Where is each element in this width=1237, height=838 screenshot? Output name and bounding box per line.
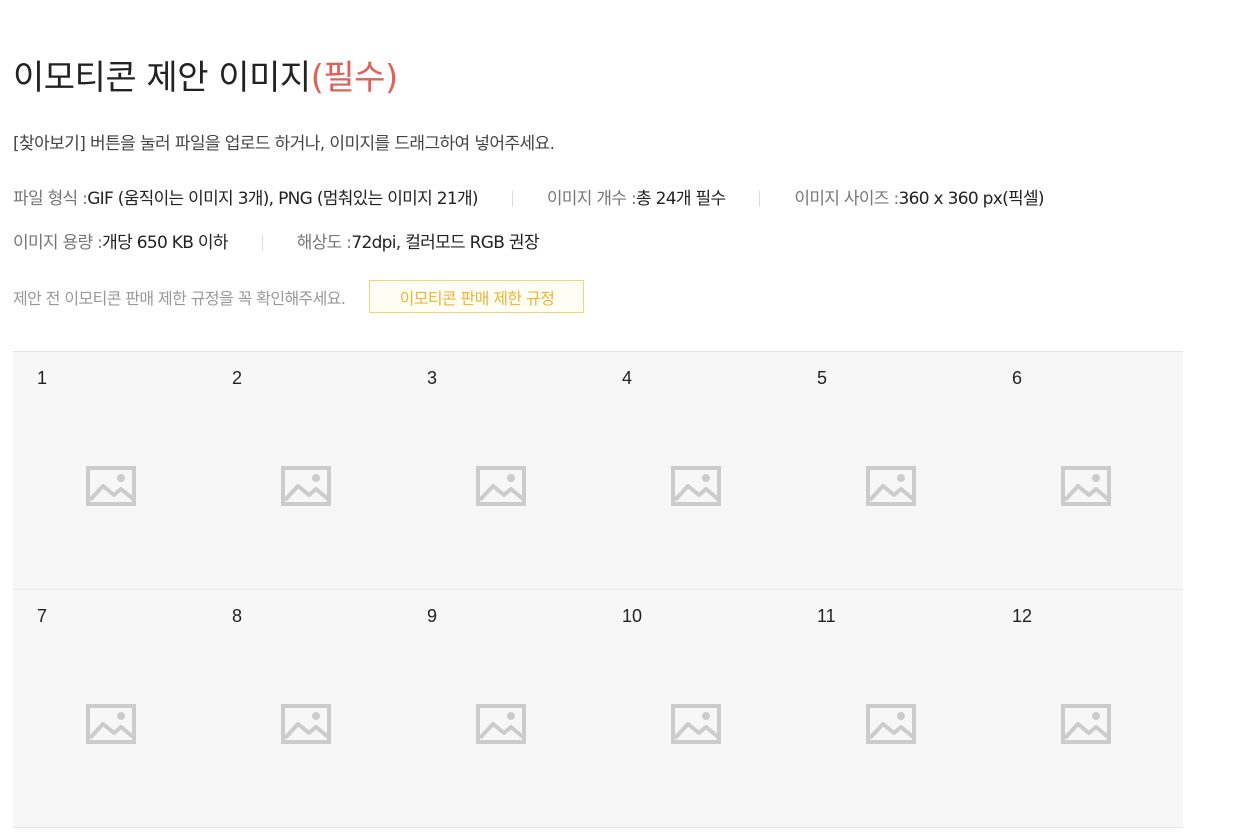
image-upload-slot[interactable]: 11 [793,590,988,827]
image-placeholder-icon [281,704,331,744]
image-placeholder-icon [476,704,526,744]
spec-value: 개당 650 KB 이하 [102,233,228,253]
slot-number: 7 [37,606,48,626]
slot-number: 9 [427,606,438,626]
divider [261,235,263,251]
image-upload-grid: 123456 7 8 9 10 11 12 [13,351,1183,828]
image-upload-slot[interactable]: 5 [793,352,988,589]
spec-file-weight: 이미지 용량 : 개당 650 KB 이하 [13,231,228,255]
spec-label: 이미지 사이즈 : [794,189,899,209]
image-placeholder-icon [671,466,721,506]
grid-row: 1 2 3 4 5 6 [13,352,1183,590]
image-upload-slot[interactable]: 3 [403,352,598,589]
slot-number: 1 [37,368,48,388]
image-upload-slot[interactable]: 7 [13,590,208,827]
spec-row-1: 파일 형식 : GIF (움직이는 이미지 3개), PNG (멈춰있는 이미지… [13,187,1045,211]
spec-file-format: 파일 형식 : GIF (움직이는 이미지 3개), PNG (멈춰있는 이미지… [13,187,479,211]
spec-value: GIF (움직이는 이미지 3개), PNG (멈춰있는 이미지 21개) [87,189,478,209]
spec-value: 72dpi, 컬러모드 RGB 권장 [351,233,539,253]
slot-number: 8 [232,606,243,626]
page-title: 이모티콘 제안 이미지(필수) [13,54,398,102]
image-placeholder-icon [671,704,721,744]
image-upload-slot[interactable]: 8 [208,590,403,827]
rules-notice: 제안 전 이모티콘 판매 제한 규정을 꼭 확인해주세요. 이모티콘 판매 제한… [13,280,585,313]
spec-label: 이미지 개수 : [546,189,637,209]
slot-number: 12 [1012,606,1033,626]
slot-number: 11 [817,606,836,626]
spec-row-2: 이미지 용량 : 개당 650 KB 이하 해상도 : 72dpi, 컬러모드 … [13,231,539,255]
spec-resolution: 해상도 : 72dpi, 컬러모드 RGB 권장 [296,231,540,255]
slot-number: 5 [817,368,828,388]
image-placeholder-icon [866,466,916,506]
image-placeholder-icon [86,466,136,506]
image-placeholder-icon [1061,466,1111,506]
slot-number: 4 [622,368,633,388]
image-upload-slot[interactable]: 6 [988,352,1183,589]
image-upload-slot[interactable]: 4 [598,352,793,589]
spec-label: 해상도 : [296,233,352,253]
page-title-text: 이모티콘 제안 이미지 [13,58,311,98]
image-placeholder-icon [476,466,526,506]
image-upload-slot[interactable]: 2 [208,352,403,589]
image-placeholder-icon [1061,704,1111,744]
image-upload-slot[interactable]: 1 [13,352,208,589]
upload-instructions: [찾아보기] 버튼을 눌러 파일을 업로드 하거나, 이미지를 드래그하여 넣어… [13,134,555,154]
rules-notice-text: 제안 전 이모티콘 판매 제한 규정을 꼭 확인해주세요. [13,288,346,308]
slot-number: 2 [232,368,243,388]
sales-restriction-rules-button[interactable]: 이모티콘 판매 제한 규정 [369,280,585,313]
image-upload-slot[interactable]: 10 [598,590,793,827]
required-marker: (필수) [310,58,399,98]
spec-label: 파일 형식 : [13,189,88,209]
slot-number: 6 [1012,368,1023,388]
spec-value: 360 x 360 px(픽셀) [898,189,1044,209]
image-upload-slot[interactable]: 9 [403,590,598,827]
spec-label: 이미지 용량 : [13,233,103,253]
image-placeholder-icon [281,466,331,506]
spec-image-size: 이미지 사이즈 : 360 x 360 px(픽셀) [794,187,1044,211]
image-upload-slot[interactable]: 12 [988,590,1183,827]
image-placeholder-icon [866,704,916,744]
grid-row: 7 8 9 10 11 12 [13,590,1183,828]
slot-number: 3 [427,368,438,388]
divider [759,191,761,207]
spec-value: 총 24개 필수 [636,189,726,209]
emoticon-proposal-page: 이모티콘 제안 이미지(필수) [찾아보기] 버튼을 눌러 파일을 업로드 하거… [0,0,1237,838]
divider [511,191,513,207]
slot-number: 10 [622,606,643,626]
spec-image-count: 이미지 개수 : 총 24개 필수 [547,187,726,211]
image-placeholder-icon [86,704,136,744]
